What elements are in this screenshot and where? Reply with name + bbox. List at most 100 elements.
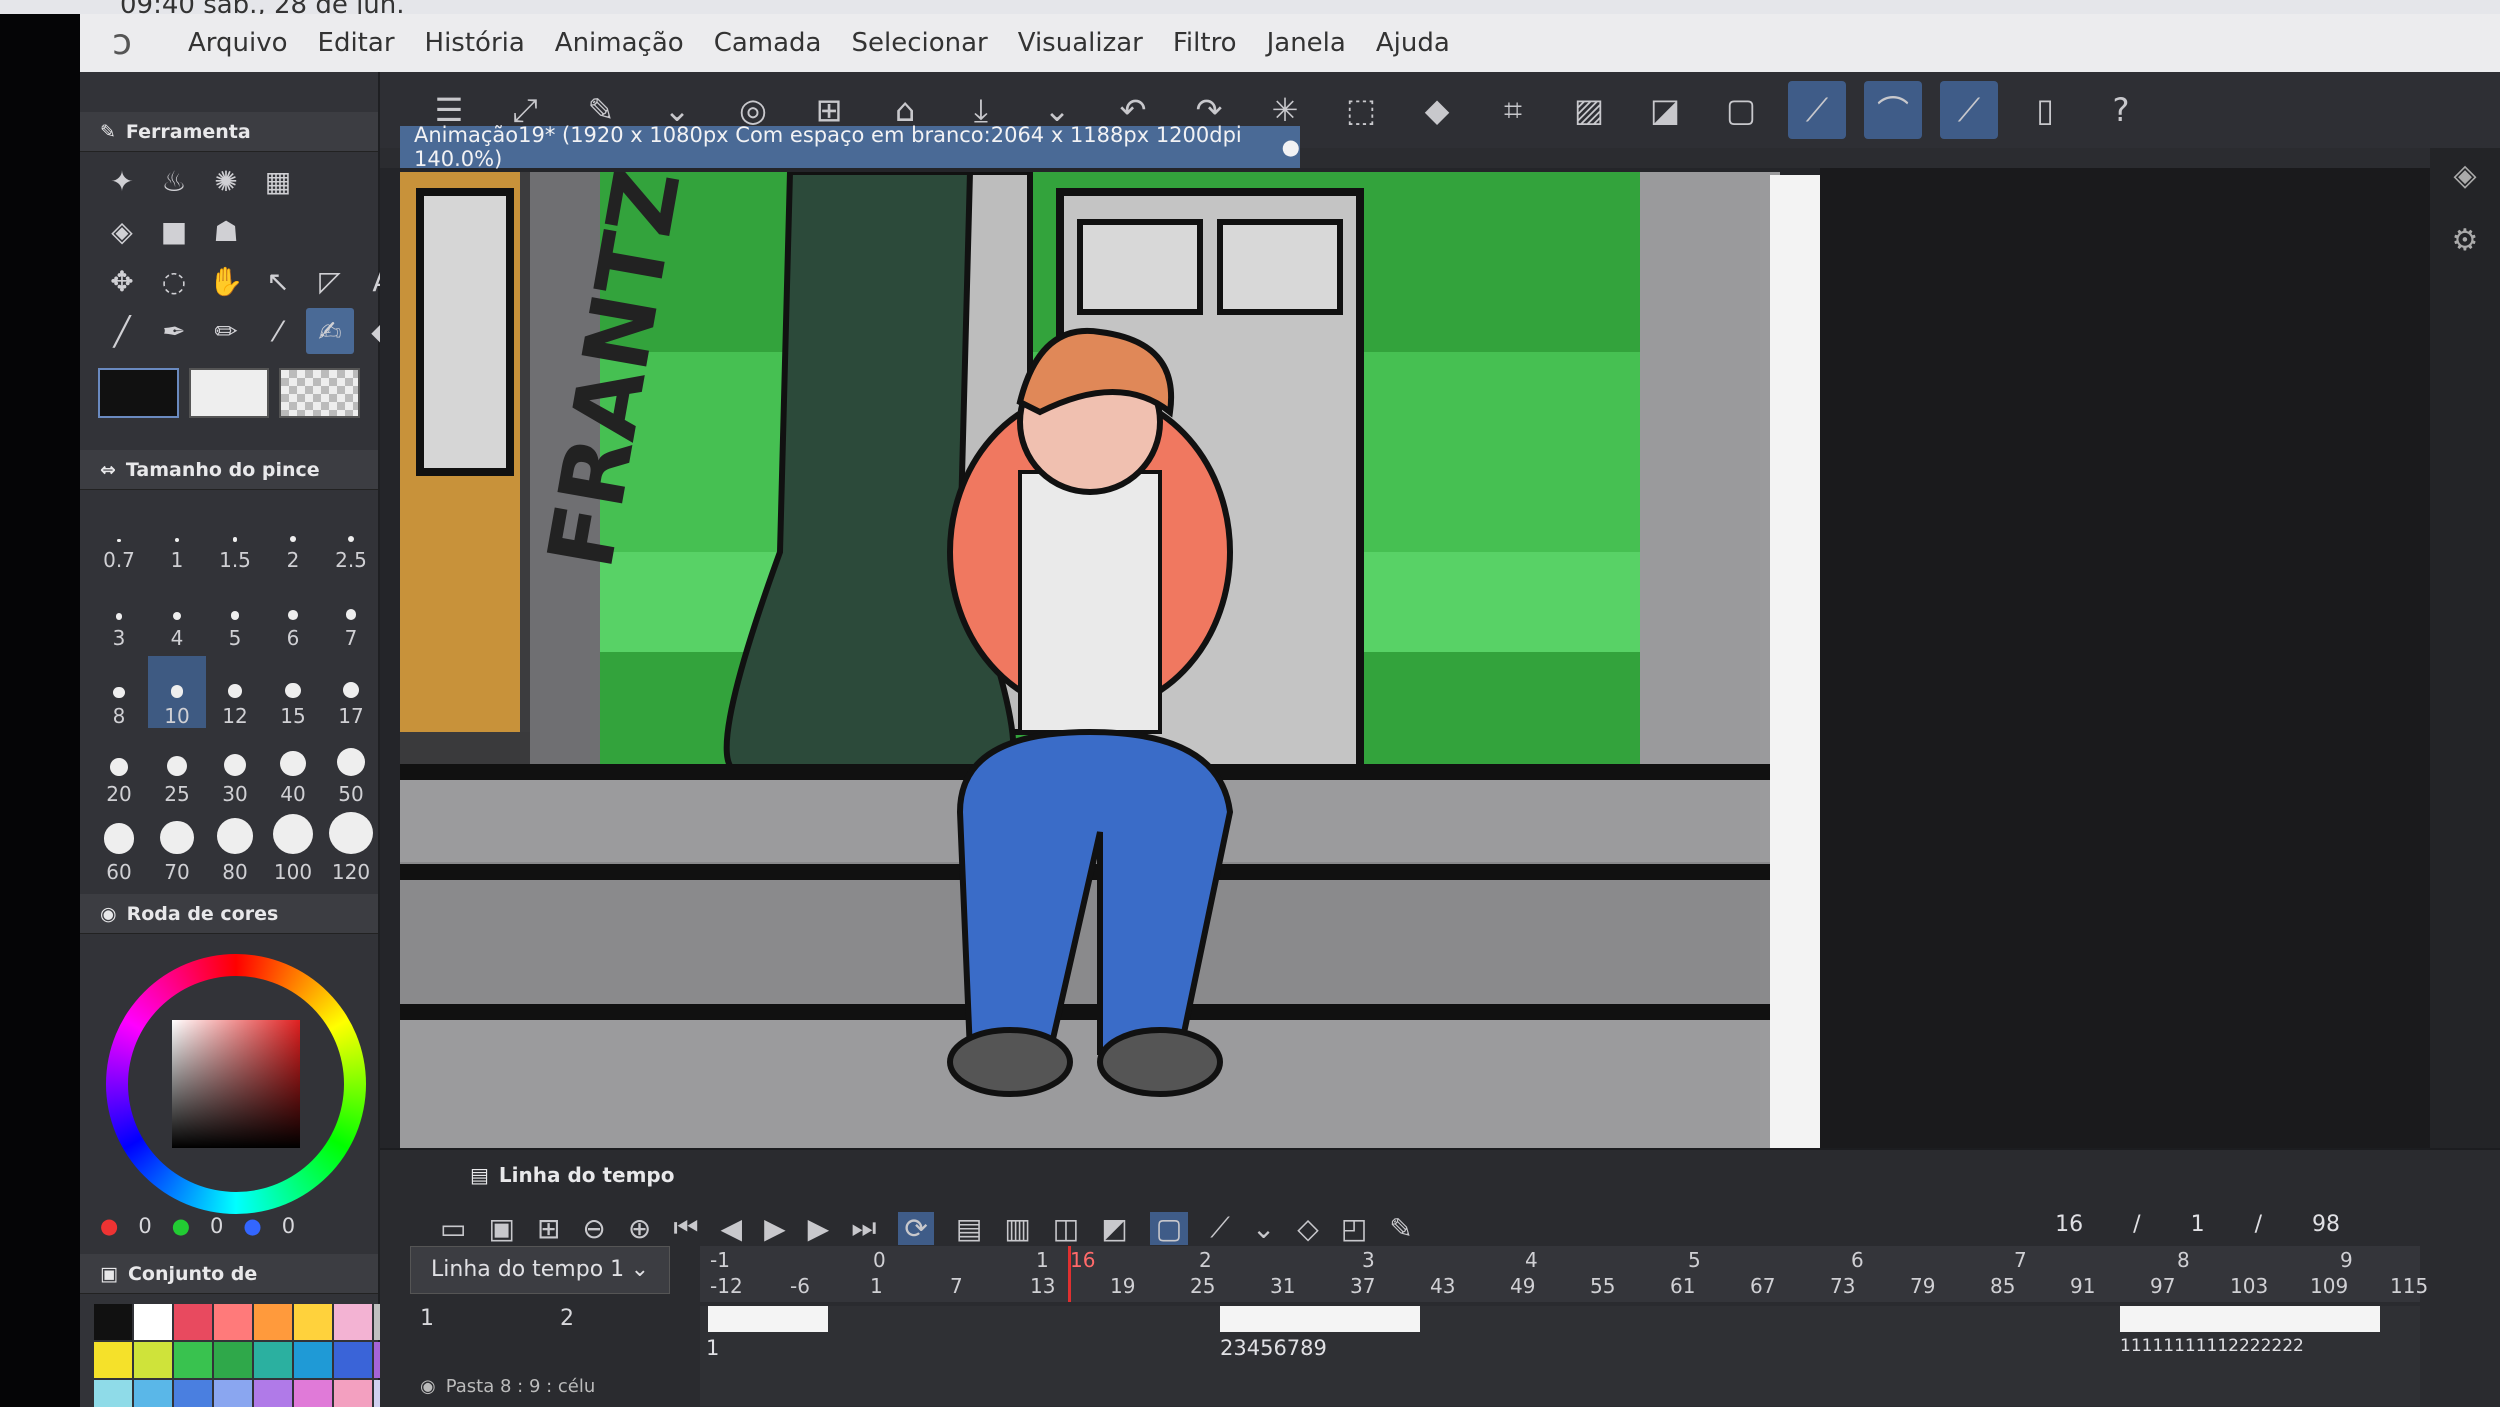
palette-color[interactable] [334,1304,372,1340]
document-tab[interactable]: Animação19* (1920 x 1080px Com espaço em… [400,123,1300,171]
menu-arquivo[interactable]: Arquivo [188,28,288,58]
palette-color[interactable] [94,1380,132,1407]
brush-tool-icon[interactable]: ✍ [306,308,354,354]
fire-icon[interactable]: ♨ [150,158,198,204]
next-frame-icon[interactable]: ▶ [808,1212,830,1245]
delete-cel-icon[interactable]: ▥ [1004,1212,1030,1245]
brush-size-option[interactable]: 120 [322,812,380,884]
deselect-icon[interactable]: ▨ [1560,81,1618,139]
lasso-icon[interactable]: ◌ [150,258,198,304]
stroke-b-icon[interactable]: ⌒ [1864,81,1922,139]
new-timeline-icon[interactable]: ▭ [440,1212,466,1245]
light-table-icon[interactable]: ▢ [1149,1211,1189,1245]
eye-icon[interactable]: ◉ [420,1376,436,1397]
brush-size-option[interactable]: 12 [206,656,264,728]
menu-janela[interactable]: Janela [1267,28,1346,58]
pen-icon[interactable]: ✒ [150,308,198,354]
pencil-icon[interactable]: ✏ [202,308,250,354]
brush-size-option[interactable]: 2.5 [322,500,380,572]
brush-size-option[interactable]: 5 [206,578,264,650]
timeline-cells[interactable]: 1 23456789 11111111112222222 [700,1306,2420,1406]
tablet-icon[interactable]: ▯ [2016,81,2074,139]
sub-color-swatch[interactable] [188,368,270,418]
brush-size-option[interactable]: 7 [322,578,380,650]
brush-size-option[interactable]: 1 [148,500,206,572]
select-arrow-icon[interactable]: ↖ [254,258,302,304]
palette-color[interactable] [334,1342,372,1378]
close-dot-icon[interactable]: ● [1282,135,1300,159]
transform-icon[interactable]: ⬚ [1332,81,1390,139]
palette-color[interactable] [214,1342,252,1378]
frame-ruler[interactable]: -1 0 1 2 3 4 5 6 7 8 9 -12 -6 1 7 13 19 25 31 37 43 49 55 61 67 7… [700,1246,2428,1302]
hand-icon[interactable]: ✋ [202,258,250,304]
stroke-a-icon[interactable]: ⟋ [1788,81,1846,139]
playhead-line[interactable] [1068,1246,1071,1302]
palette-color[interactable] [254,1304,292,1340]
invert-icon[interactable]: ◪ [1636,81,1694,139]
brush-size-option[interactable]: 3 [90,578,148,650]
playhead-label[interactable]: 16 [1070,1248,1095,1272]
zoom-out-icon[interactable]: ⊖ [582,1212,605,1245]
frame-icon[interactable]: ▢ [1712,81,1770,139]
palette-color[interactable] [334,1380,372,1407]
brush-size-option[interactable]: 60 [90,812,148,884]
brush-size-option[interactable]: 100 [264,812,322,884]
menu-animacao[interactable]: Animação [555,28,684,58]
brush-size-option[interactable]: 30 [206,734,264,806]
menu-ajuda[interactable]: Ajuda [1376,28,1450,58]
palette-color[interactable] [94,1304,132,1340]
palette-color[interactable] [174,1342,212,1378]
brush-size-option[interactable]: 15 [264,656,322,728]
add-layer-icon[interactable]: ⊞ [537,1212,560,1245]
prev-frame-icon[interactable]: ◀ [721,1212,743,1245]
palette-color[interactable] [94,1342,132,1378]
brush-size-option[interactable]: 6 [264,578,322,650]
onion-skin-icon[interactable]: ◫ [1053,1212,1079,1245]
stroke-c-icon[interactable]: ⟋ [1940,81,1998,139]
zoom-in-icon[interactable]: ⊕ [628,1212,651,1245]
palette-color[interactable] [134,1342,172,1378]
menu-camada[interactable]: Camada [714,28,822,58]
cel-block[interactable] [1220,1306,1420,1332]
app-logo-icon[interactable]: ↄ [100,21,144,65]
fill-bucket-icon[interactable]: ◈ [98,208,146,254]
palette-color[interactable] [214,1304,252,1340]
palette-color[interactable] [134,1304,172,1340]
menu-historia[interactable]: História [425,28,525,58]
chevron-down-icon[interactable]: ⌄ [1252,1212,1275,1245]
menu-filtro[interactable]: Filtro [1173,28,1237,58]
brush-size-option[interactable]: 0.7 [90,500,148,572]
brush-size-option[interactable]: 4 [148,578,206,650]
brush-size-option[interactable]: 40 [264,734,322,806]
palette-color[interactable] [294,1304,332,1340]
timeline-select[interactable]: Linha do tempo 1 ⌄ [410,1246,670,1294]
figure-icon[interactable]: ☗ [202,208,250,254]
burst-icon[interactable]: ✺ [202,158,250,204]
gradient-icon[interactable]: ■ [150,208,198,254]
brush-size-option[interactable]: 10 [148,656,206,728]
palette-color[interactable] [294,1342,332,1378]
eyedropper-icon[interactable]: ⁄ [254,308,302,354]
line-icon[interactable]: ╱ [98,308,146,354]
brush-size-option[interactable]: 80 [206,812,264,884]
camera-icon[interactable]: ◇ [1297,1212,1319,1245]
palette-color[interactable] [294,1380,332,1407]
color-wheel[interactable] [80,934,378,1214]
main-color-swatch[interactable] [98,368,179,418]
brush-size-option[interactable]: 50 [322,734,380,806]
brush-size-option[interactable]: 17 [322,656,380,728]
layers-icon[interactable]: ◈ [2430,158,2500,193]
palette-color[interactable] [134,1380,172,1407]
menu-selecionar[interactable]: Selecionar [851,28,987,58]
brush-size-option[interactable]: 25 [148,734,206,806]
menu-editar[interactable]: Editar [318,28,395,58]
brush-size-option[interactable]: 1.5 [206,500,264,572]
saturation-square[interactable] [172,1020,300,1148]
menu-visualizar[interactable]: Visualizar [1018,28,1143,58]
pen-icon[interactable]: ✎ [1389,1212,1412,1245]
loop-icon[interactable]: ⟳ [898,1211,934,1245]
brush-size-option[interactable]: 70 [148,812,206,884]
artwork[interactable]: FRANTZ [400,172,1780,1158]
panel-collapse-bar[interactable] [80,72,378,112]
transparent-swatch[interactable] [279,368,361,418]
